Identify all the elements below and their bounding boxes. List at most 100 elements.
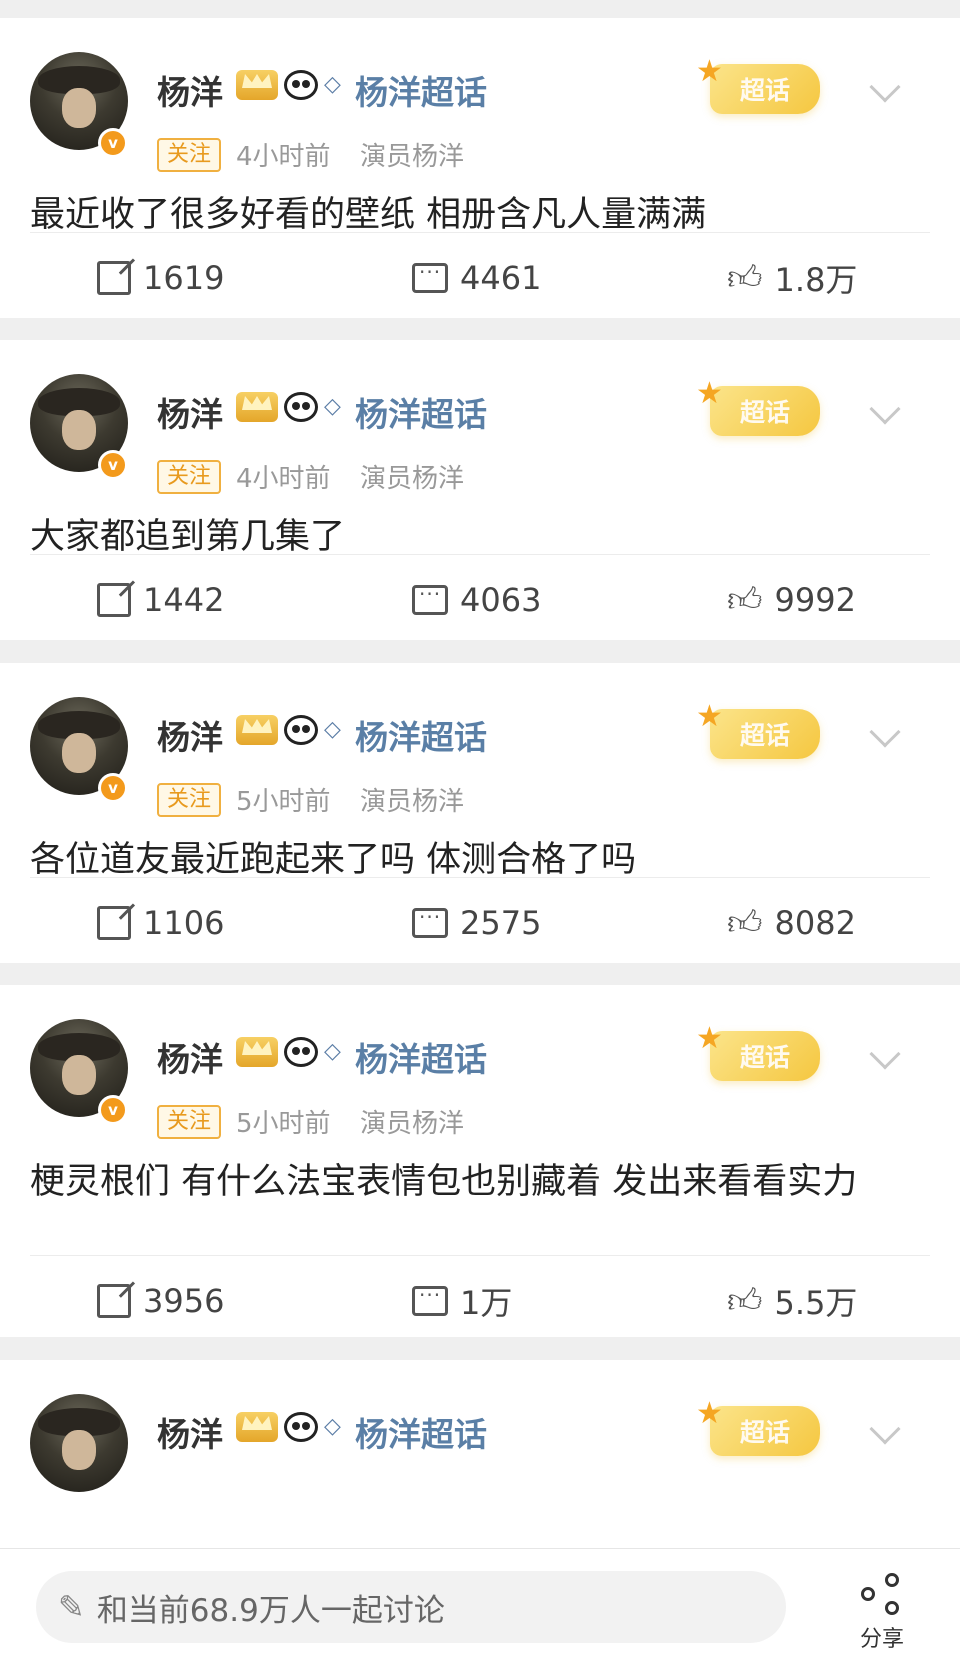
like-count: 1.8万 xyxy=(774,261,858,299)
username[interactable]: 杨洋 xyxy=(157,388,223,436)
repost-count: 1106 xyxy=(143,904,225,942)
post-actions: 1619 4461 👍︎ 1.8万 xyxy=(0,248,960,308)
username[interactable]: 杨洋 xyxy=(157,1033,223,1081)
post-card: v 杨洋 ◇ 杨洋超话 超话 关注 5小时前 演员杨洋 梗灵根们 有什么法宝表情… xyxy=(0,985,960,1337)
panda-icon xyxy=(284,1412,318,1442)
verified-badge-icon: v xyxy=(98,773,128,803)
repost-count: 3956 xyxy=(143,1282,225,1320)
topic-link[interactable]: 杨洋超话 xyxy=(355,66,487,114)
repost-count: 1442 xyxy=(143,581,225,619)
thumbs-up-icon: 👍︎ xyxy=(727,1281,763,1321)
repost-button[interactable]: 1619 xyxy=(97,259,224,297)
thumbs-up-icon: 👍︎ xyxy=(727,580,763,620)
super-topic-badge[interactable]: 超话 xyxy=(696,1396,820,1456)
post-source: 演员杨洋 xyxy=(360,1109,465,1139)
avatar[interactable] xyxy=(30,1394,128,1492)
follow-tag[interactable]: 关注 xyxy=(157,460,222,494)
like-button[interactable]: 👍︎ 9992 xyxy=(727,581,856,619)
divider xyxy=(30,554,930,555)
post-card: 杨洋 ◇ 杨洋超话 超话 xyxy=(0,1360,960,1548)
comment-button[interactable]: 4461 xyxy=(412,259,541,297)
post-time: 4小时前 xyxy=(236,142,331,172)
repost-button[interactable]: 1106 xyxy=(97,904,224,942)
post-card: v 杨洋 ◇ 杨洋超话 超话 关注 5小时前 演员杨洋 各位道友最近跑起来了吗 … xyxy=(0,663,960,963)
chevron-down-icon[interactable] xyxy=(869,71,901,103)
thumbs-up-icon: 👍︎ xyxy=(727,903,763,943)
like-button[interactable]: 👍︎ 8082 xyxy=(727,904,856,942)
verified-badge-icon: v xyxy=(98,128,128,158)
post-text: 大家都追到第几集了 xyxy=(30,517,346,557)
panda-icon xyxy=(284,392,318,422)
post-card: v 杨洋 ◇ 杨洋超话 超话 关注 4小时前 演员杨洋 大家都追到第几集了 14… xyxy=(0,340,960,640)
chevron-down-icon[interactable] xyxy=(869,1413,901,1445)
topic-link[interactable]: 杨洋超话 xyxy=(355,388,487,436)
like-button[interactable]: 👍︎ 1.8万 xyxy=(727,255,857,301)
repost-icon xyxy=(97,906,131,940)
post-source: 演员杨洋 xyxy=(360,787,465,817)
username[interactable]: 杨洋 xyxy=(157,66,223,114)
username[interactable]: 杨洋 xyxy=(157,711,223,759)
like-count: 8082 xyxy=(774,904,856,942)
discuss-input[interactable]: ✎ 和当前68.9万人一起讨论 xyxy=(36,1571,786,1643)
topic-link[interactable]: 杨洋超话 xyxy=(355,711,487,759)
divider xyxy=(30,877,930,878)
super-topic-badge[interactable]: 超话 xyxy=(696,1021,820,1081)
follow-tag[interactable]: 关注 xyxy=(157,1105,222,1139)
repost-button[interactable]: 3956 xyxy=(97,1282,224,1320)
comment-count: 1万 xyxy=(460,1284,513,1322)
post-actions: 1106 2575 👍︎ 8082 xyxy=(0,893,960,953)
post-source: 演员杨洋 xyxy=(360,464,465,494)
verified-badge-icon: v xyxy=(98,1095,128,1125)
follow-tag[interactable]: 关注 xyxy=(157,783,222,817)
comment-button[interactable]: 2575 xyxy=(412,904,541,942)
share-button[interactable]: 分享 xyxy=(852,1571,912,1655)
crown-icon xyxy=(236,70,278,100)
panda-icon xyxy=(284,70,318,100)
pencil-icon: ✎ xyxy=(58,1588,85,1626)
crown-icon xyxy=(236,715,278,745)
topic-link[interactable]: 杨洋超话 xyxy=(355,1033,487,1081)
diamond-icon: ◇ xyxy=(324,1039,341,1064)
chevron-down-icon[interactable] xyxy=(869,716,901,748)
post-card: v 杨洋 ◇ 杨洋超话 超话 关注 4小时前 演员杨洋 最近收了很多好看的壁纸 … xyxy=(0,18,960,318)
post-text: 最近收了很多好看的壁纸 相册含凡人量满满 xyxy=(30,195,707,235)
thumbs-up-icon: 👍︎ xyxy=(727,258,763,298)
crown-icon xyxy=(236,1037,278,1067)
user-badges: ◇ xyxy=(236,1037,341,1067)
like-button[interactable]: 👍︎ 5.5万 xyxy=(727,1278,857,1324)
username[interactable]: 杨洋 xyxy=(157,1408,223,1456)
like-count: 9992 xyxy=(774,581,856,619)
diamond-icon: ◇ xyxy=(324,72,341,97)
super-topic-badge[interactable]: 超话 xyxy=(696,376,820,436)
comment-icon xyxy=(412,1283,448,1316)
repost-icon xyxy=(97,583,131,617)
post-time: 4小时前 xyxy=(236,464,331,494)
comment-count: 4063 xyxy=(460,581,542,619)
post-text: 各位道友最近跑起来了吗 体测合格了吗 xyxy=(30,840,637,880)
diamond-icon: ◇ xyxy=(324,394,341,419)
user-badges: ◇ xyxy=(236,392,341,422)
comment-icon xyxy=(412,582,448,615)
chevron-down-icon[interactable] xyxy=(869,393,901,425)
discuss-placeholder: 和当前68.9万人一起讨论 xyxy=(96,1592,445,1629)
divider xyxy=(30,1255,930,1256)
verified-badge-icon: v xyxy=(98,450,128,480)
share-label: 分享 xyxy=(859,1627,904,1652)
super-topic-badge[interactable]: 超话 xyxy=(696,54,820,114)
comment-button[interactable]: 4063 xyxy=(412,581,541,619)
topic-link[interactable]: 杨洋超话 xyxy=(355,1408,487,1456)
post-actions: 1442 4063 👍︎ 9992 xyxy=(0,570,960,630)
comment-button[interactable]: 1万 xyxy=(412,1278,512,1324)
panda-icon xyxy=(284,715,318,745)
super-topic-badge[interactable]: 超话 xyxy=(696,699,820,759)
like-count: 5.5万 xyxy=(774,1284,858,1322)
chevron-down-icon[interactable] xyxy=(869,1038,901,1070)
follow-tag[interactable]: 关注 xyxy=(157,138,222,172)
repost-button[interactable]: 1442 xyxy=(97,581,224,619)
repost-icon xyxy=(97,1284,131,1318)
bottom-bar: ✎ 和当前68.9万人一起讨论 分享 xyxy=(0,1548,960,1658)
comment-count: 4461 xyxy=(460,259,542,297)
post-time: 5小时前 xyxy=(236,1109,331,1139)
user-badges: ◇ xyxy=(236,715,341,745)
post-time: 5小时前 xyxy=(236,787,331,817)
